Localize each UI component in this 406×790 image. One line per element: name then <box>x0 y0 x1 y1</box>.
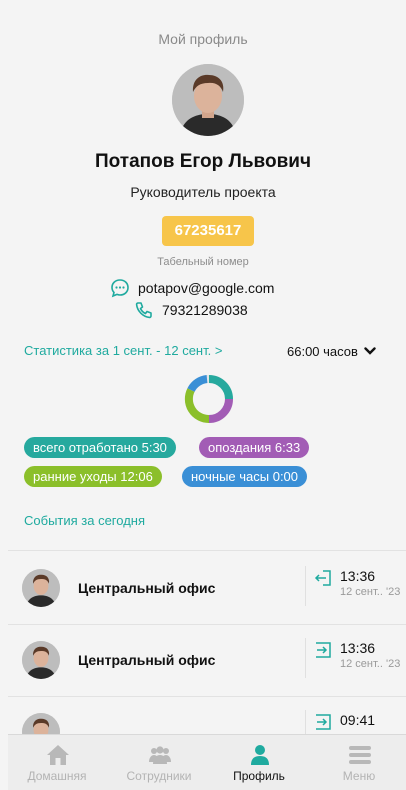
bottom-navigation: Домашняя Сотрудники Профиль Меню <box>8 734 406 790</box>
personnel-number-caption: Табельный номер <box>157 256 249 268</box>
work-stats-donut <box>184 375 233 424</box>
chevron-down-icon <box>364 344 376 359</box>
home-icon <box>46 744 70 766</box>
event-date: 12 сент.. '23 <box>340 658 401 670</box>
nav-item-menu[interactable]: Меню <box>310 735 406 790</box>
divider <box>305 638 306 678</box>
phone-text: 79321289038 <box>162 302 248 318</box>
worked-total-pill: всего отработано 5:30 <box>24 437 176 458</box>
event-time: 13:36 <box>340 568 376 584</box>
list-item[interactable]: Центральный офис 13:36 12 сент.. '23 <box>0 552 406 624</box>
enter-icon <box>314 714 332 730</box>
event-title: Центральный офис <box>78 580 216 596</box>
donut-segment-night <box>187 375 208 393</box>
exit-icon <box>314 570 332 586</box>
profile-position: Руководитель проекта <box>130 184 276 200</box>
nav-label-employees: Сотрудники <box>126 769 192 783</box>
chat-icon <box>110 278 130 298</box>
nav-label-menu: Меню <box>342 769 376 783</box>
email-row[interactable]: potapov@google.com <box>110 278 274 298</box>
event-time: 09:41 <box>340 712 376 728</box>
avatar <box>22 641 60 679</box>
divider <box>8 550 406 551</box>
menu-icon <box>348 744 372 766</box>
list-item[interactable]: Центральный офис 13:36 12 сент.. '23 <box>0 624 406 696</box>
today-events-link[interactable]: События за сегодня <box>24 513 145 528</box>
avatar[interactable] <box>172 64 244 136</box>
user-icon <box>248 744 272 766</box>
night-hours-pill: ночные часы 0:00 <box>182 466 308 487</box>
nav-item-home[interactable]: Домашняя <box>8 735 106 790</box>
donut-segment-worked <box>208 375 233 400</box>
phone-icon <box>134 300 154 320</box>
early-departures-pill: ранние уходы 12:06 <box>24 466 162 487</box>
event-date: 12 сент.. '23 <box>340 586 401 598</box>
profile-screen: Мой профиль Потапов Егор Львович Руковод… <box>0 0 406 790</box>
hours-dropdown[interactable]: 66:00 часов <box>287 344 376 359</box>
hours-value: 66:00 часов <box>287 344 358 359</box>
divider <box>305 566 306 606</box>
nav-item-employees[interactable]: Сотрудники <box>110 735 208 790</box>
email-text: potapov@google.com <box>138 280 275 296</box>
avatar-image <box>172 64 244 136</box>
donut-segment-late <box>208 398 233 423</box>
late-arrivals-pill: опоздания 6:33 <box>199 437 310 458</box>
profile-name: Потапов Егор Львович <box>95 151 311 172</box>
statistics-period-link[interactable]: Статистика за 1 сент. - 12 сент. > <box>24 343 222 358</box>
page-title: Мой профиль <box>158 31 248 47</box>
phone-row[interactable]: 79321289038 <box>134 300 248 320</box>
avatar <box>22 569 60 607</box>
nav-item-profile[interactable]: Профиль <box>210 735 308 790</box>
event-time: 13:36 <box>340 640 376 656</box>
donut-segment-early <box>184 388 210 424</box>
nav-label-home: Домашняя <box>27 769 87 783</box>
nav-label-profile: Профиль <box>233 769 285 783</box>
users-icon <box>148 744 172 766</box>
personnel-number-badge: 67235617 <box>162 216 254 246</box>
enter-icon <box>314 642 332 658</box>
event-title: Центральный офис <box>78 652 216 668</box>
